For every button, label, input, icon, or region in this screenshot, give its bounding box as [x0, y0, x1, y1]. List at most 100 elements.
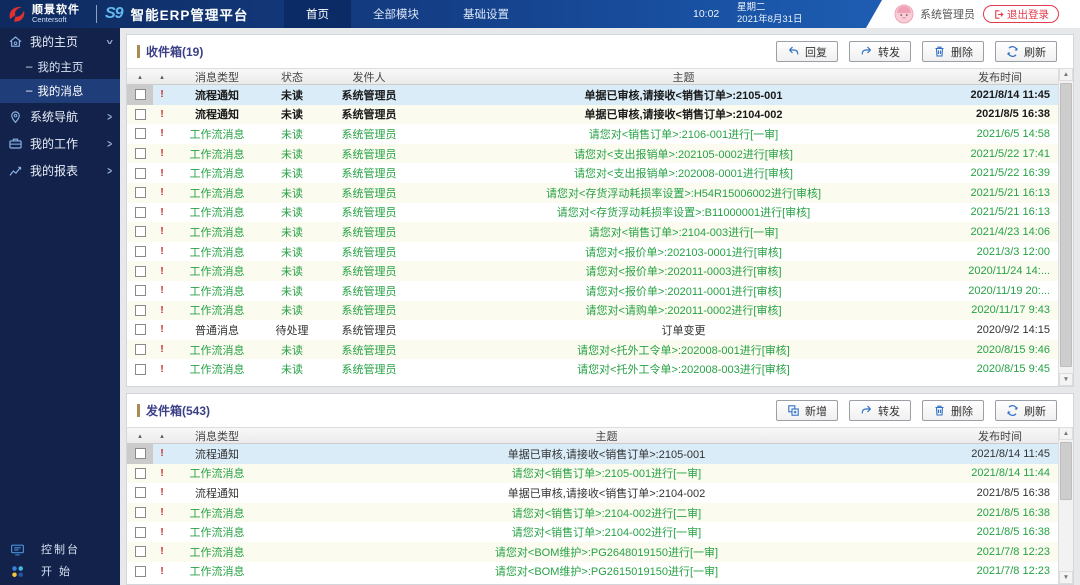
nav-tab-home[interactable]: 首页 [284, 0, 351, 28]
row-checkbox[interactable] [135, 487, 146, 498]
row-checkbox[interactable] [135, 448, 146, 459]
priority-icon: ! [153, 344, 171, 355]
table-row[interactable]: !工作流消息未读系统管理员请您对<报价单>:202011-0003进行[审核]2… [127, 261, 1058, 281]
forward-button[interactable]: 转发 [849, 41, 911, 62]
row-checkbox[interactable] [135, 546, 146, 557]
delete-button[interactable]: 删除 [922, 41, 984, 62]
table-row[interactable]: !流程通知单据已审核,请接收<销售订单>:2105-0012021/8/14 1… [127, 444, 1058, 464]
table-row[interactable]: !流程通知未读系统管理员单据已审核,请接收<销售订单>:2105-0012021… [127, 85, 1058, 105]
sidebar-subitem-my-home[interactable]: – 我的主页 [0, 55, 120, 79]
refresh-button[interactable]: 刷新 [995, 400, 1057, 421]
table-row[interactable]: !工作流消息未读系统管理员请您对<销售订单>:2104-003进行[一审]202… [127, 222, 1058, 242]
table-row[interactable]: !工作流消息未读系统管理员请您对<支出报销单>:202105-0002进行[审核… [127, 144, 1058, 164]
table-row[interactable]: !工作流消息未读系统管理员请您对<托外工令单>:202008-001进行[审核]… [127, 340, 1058, 360]
col-subject[interactable]: 主题 [417, 69, 950, 85]
table-row[interactable]: !工作流消息请您对<销售订单>:2104-002进行[一审]2021/8/5 1… [127, 522, 1058, 542]
message-subject: 请您对<托外工令单>:202008-001进行[审核] [417, 342, 950, 358]
col-time[interactable]: 发布时间 [950, 428, 1058, 444]
row-checkbox[interactable] [135, 285, 146, 296]
table-row[interactable]: !工作流消息请您对<销售订单>:2105-001进行[一审]2021/8/14 … [127, 464, 1058, 484]
attachment-sort-icon[interactable]: ▴ [127, 69, 153, 84]
priority-icon: ! [153, 226, 171, 237]
row-checkbox[interactable] [135, 109, 146, 120]
forward-button[interactable]: 转发 [849, 400, 911, 421]
priority-sort-icon[interactable]: ▴ [153, 432, 171, 440]
outbox-scrollbar[interactable]: ▲ ▼ [1058, 427, 1073, 584]
row-checkbox[interactable] [135, 507, 146, 518]
message-type: 工作流消息 [171, 524, 263, 540]
username: 系统管理员 [920, 6, 975, 22]
table-row[interactable]: !普通消息待处理系统管理员订单变更2020/9/2 14:15 [127, 320, 1058, 340]
row-checkbox[interactable] [135, 266, 146, 277]
priority-icon: ! [153, 187, 171, 198]
col-status[interactable]: 状态 [263, 69, 321, 85]
sidebar-item-my-work[interactable]: 我的工作 > [0, 130, 120, 157]
priority-icon: ! [153, 324, 171, 335]
table-row[interactable]: !工作流消息未读系统管理员请您对<支出报销单>:202008-0001进行[审核… [127, 163, 1058, 183]
sidebar-item-system-nav[interactable]: 系统导航 > [0, 103, 120, 130]
col-time[interactable]: 发布时间 [950, 69, 1058, 85]
forward-icon [860, 45, 873, 58]
scroll-thumb[interactable] [1060, 442, 1072, 500]
row-checkbox[interactable] [135, 324, 146, 335]
col-type[interactable]: 消息类型 [171, 428, 263, 444]
scroll-down-icon[interactable]: ▼ [1059, 373, 1073, 386]
attachment-sort-icon[interactable]: ▴ [127, 428, 153, 443]
sidebar-subitem-my-messages[interactable]: – 我的消息 [0, 79, 120, 103]
logout-button[interactable]: 退出登录 [983, 5, 1059, 23]
scroll-up-icon[interactable]: ▲ [1059, 68, 1073, 81]
add-button[interactable]: 新增 [776, 400, 838, 421]
table-row[interactable]: !流程通知单据已审核,请接收<销售订单>:2104-0022021/8/5 16… [127, 483, 1058, 503]
row-checkbox[interactable] [135, 364, 146, 375]
refresh-icon [1006, 404, 1019, 417]
row-checkbox[interactable] [135, 148, 146, 159]
row-checkbox[interactable] [135, 468, 146, 479]
row-checkbox[interactable] [135, 207, 146, 218]
row-checkbox[interactable] [135, 566, 146, 577]
sidebar-item-my-home[interactable]: 我的主页 > [0, 28, 120, 55]
table-row[interactable]: !工作流消息未读系统管理员请您对<存货浮动耗损率设置>:H54R15006002… [127, 183, 1058, 203]
message-time: 2021/8/5 16:38 [950, 526, 1058, 538]
table-row[interactable]: !工作流消息未读系统管理员请您对<报价单>:202103-0001进行[审核]2… [127, 242, 1058, 262]
message-sender: 系统管理员 [321, 361, 417, 377]
table-row[interactable]: !流程通知未读系统管理员单据已审核,请接收<销售订单>:2104-0022021… [127, 105, 1058, 125]
table-row[interactable]: !工作流消息未读系统管理员请您对<存货浮动耗损率设置>:B11000001进行[… [127, 203, 1058, 223]
table-row[interactable]: !工作流消息请您对<销售订单>:2104-002进行[二审]2021/8/5 1… [127, 503, 1058, 523]
col-type[interactable]: 消息类型 [171, 69, 263, 85]
row-checkbox[interactable] [135, 89, 146, 100]
sidebar-item-label: 我的工作 [30, 135, 100, 152]
row-checkbox[interactable] [135, 226, 146, 237]
message-type: 工作流消息 [171, 505, 263, 521]
checkbox-cell [127, 340, 153, 360]
avatar[interactable] [894, 4, 914, 24]
table-row[interactable]: !工作流消息请您对<BOM维护>:PG2648019150进行[一审]2021/… [127, 542, 1058, 562]
row-checkbox[interactable] [135, 527, 146, 538]
scroll-up-icon[interactable]: ▲ [1059, 427, 1073, 440]
reply-label: 回复 [805, 44, 827, 60]
nav-tab-all-modules[interactable]: 全部模块 [351, 0, 441, 28]
row-checkbox[interactable] [135, 128, 146, 139]
row-checkbox[interactable] [135, 187, 146, 198]
row-checkbox[interactable] [135, 168, 146, 179]
scroll-thumb[interactable] [1060, 83, 1072, 367]
table-row[interactable]: !工作流消息未读系统管理员请您对<报价单>:202011-0001进行[审核]2… [127, 281, 1058, 301]
sidebar-item-my-reports[interactable]: 我的报表 > [0, 157, 120, 184]
table-row[interactable]: !工作流消息未读系统管理员请您对<请购单>:202011-0002进行[审核]2… [127, 301, 1058, 321]
table-row[interactable]: !工作流消息未读系统管理员请您对<托外工令单>:202008-003进行[审核]… [127, 359, 1058, 379]
nav-tab-basic-settings[interactable]: 基础设置 [441, 0, 531, 28]
row-checkbox[interactable] [135, 305, 146, 316]
col-subject[interactable]: 主题 [263, 428, 950, 444]
row-checkbox[interactable] [135, 344, 146, 355]
scroll-down-icon[interactable]: ▼ [1059, 571, 1073, 584]
console-button[interactable]: 控制台 [0, 538, 120, 560]
inbox-scrollbar[interactable]: ▲ ▼ [1058, 68, 1073, 386]
col-sender[interactable]: 发件人 [321, 69, 417, 85]
table-row[interactable]: !工作流消息未读系统管理员请您对<销售订单>:2106-001进行[一审]202… [127, 124, 1058, 144]
row-checkbox[interactable] [135, 246, 146, 257]
table-row[interactable]: !工作流消息请您对<BOM维护>:PG2615019150进行[一审]2021/… [127, 562, 1058, 582]
priority-sort-icon[interactable]: ▴ [153, 73, 171, 81]
start-button[interactable]: 开 始 [0, 560, 120, 582]
refresh-button[interactable]: 刷新 [995, 41, 1057, 62]
reply-button[interactable]: 回复 [776, 41, 838, 62]
delete-button[interactable]: 删除 [922, 400, 984, 421]
